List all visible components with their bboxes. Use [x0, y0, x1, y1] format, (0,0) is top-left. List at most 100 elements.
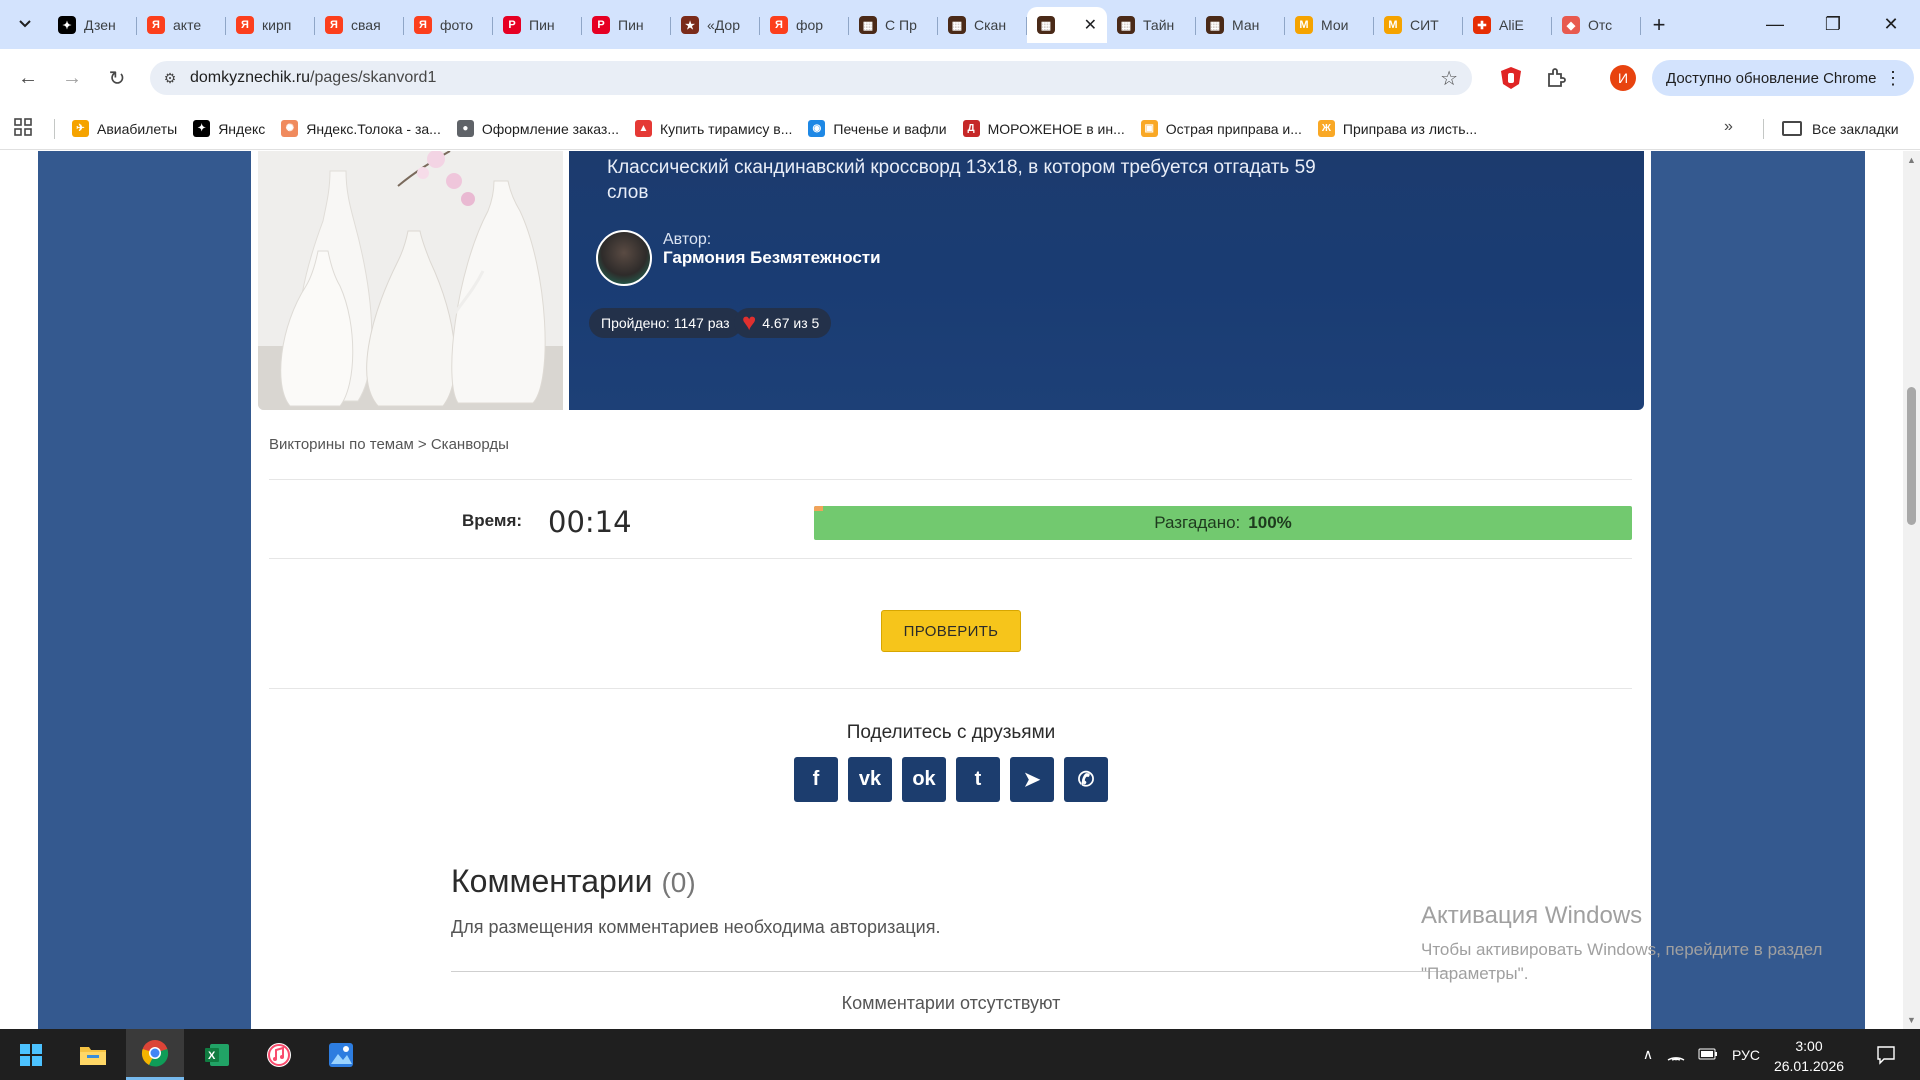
maximize-button[interactable]: ❐: [1804, 0, 1862, 49]
new-tab-button[interactable]: +: [1641, 7, 1677, 43]
check-button[interactable]: ПРОВЕРИТЬ: [881, 610, 1021, 652]
taskbar-excel[interactable]: X: [188, 1029, 246, 1080]
scrollbar-thumb[interactable]: [1907, 387, 1916, 525]
share-facebook-button[interactable]: f: [794, 757, 838, 802]
folder-icon: [80, 1046, 106, 1065]
browser-tab[interactable]: Яфор: [760, 7, 849, 43]
browser-tab[interactable]: М Мои: [1285, 7, 1374, 43]
bookmark-item[interactable]: ✦ Яндекс: [193, 120, 265, 137]
profile-avatar[interactable]: И: [1610, 65, 1636, 91]
back-button[interactable]: ←: [12, 62, 44, 94]
share-vk-button[interactable]: vk: [848, 757, 892, 802]
vk-icon: vk: [858, 768, 882, 790]
tab-favicon-icon: Я: [770, 16, 788, 34]
browser-tab[interactable]: ▦ Тайн: [1107, 7, 1196, 43]
browser-tab[interactable]: Яакте: [137, 7, 226, 43]
taskbar-itunes[interactable]: [250, 1029, 308, 1080]
tab-favicon-icon: М: [1295, 16, 1313, 34]
all-bookmarks-button[interactable]: Все закладки: [1782, 107, 1899, 150]
browser-tab[interactable]: P Пин: [493, 7, 582, 43]
share-telegram-button[interactable]: ➤: [1010, 757, 1054, 802]
url-text[interactable]: domkyznechik.ru/pages/skanvord1: [190, 69, 436, 87]
bookmark-favicon-icon: ▲: [635, 120, 652, 137]
author-name[interactable]: Гармония Безмятежности: [663, 248, 881, 268]
bookmark-favicon-icon: Ж: [1317, 120, 1335, 137]
tab-list: ✦ Дзен Яакте Якирп Ясвая Яфото P Пин P Пин ★ «Дор Яф…: [48, 6, 1677, 49]
bookmark-favicon-icon: ✺: [281, 120, 299, 137]
bookmark-label: Купить тирамису в...: [660, 120, 793, 137]
notification-center-button[interactable]: [1862, 1029, 1910, 1080]
scroll-up-icon[interactable]: ▲: [1907, 155, 1916, 165]
chevron-down-icon: [19, 20, 31, 28]
author-avatar[interactable]: [596, 230, 652, 286]
tab-favicon-icon: Я: [147, 16, 165, 34]
reload-button[interactable]: ↻: [101, 62, 133, 94]
taskbar-chrome[interactable]: [126, 1029, 184, 1080]
start-button[interactable]: [2, 1029, 60, 1080]
address-bar[interactable]: ⚙ domkyznechik.ru/pages/skanvord1 ☆: [150, 61, 1472, 95]
forward-button[interactable]: →: [56, 62, 88, 94]
bookmark-item[interactable]: Д МОРОЖЕНОЕ в ин...: [962, 120, 1125, 137]
taskbar-clock[interactable]: 3:00 26.01.2026: [1773, 1036, 1845, 1076]
bookmark-item[interactable]: Ж Приправа из листь...: [1317, 120, 1477, 137]
tab-search-button[interactable]: [8, 9, 42, 39]
browser-tab[interactable]: ▦ С Пр: [849, 7, 938, 43]
browser-tab[interactable]: ✚ AliE: [1463, 7, 1552, 43]
bookmark-item[interactable]: ✺ Яндекс.Толока - за...: [281, 120, 441, 137]
bookmark-item[interactable]: ◉ Печенье и вафли: [808, 120, 947, 137]
browser-tab[interactable]: Яфото: [404, 7, 493, 43]
divider: [269, 688, 1632, 689]
tab-favicon-icon: ✦: [58, 16, 76, 34]
windows-logo-icon: [20, 1043, 42, 1066]
chrome-update-button[interactable]: Доступно обновление Chrome ⋮: [1652, 60, 1914, 96]
tab-active[interactable]: ▦ ✕: [1027, 7, 1107, 43]
browser-tab[interactable]: Ясвая: [315, 7, 404, 43]
share-whatsapp-button[interactable]: ✆: [1064, 757, 1108, 802]
rating-badge[interactable]: ♥ 4.67 из 5: [734, 308, 832, 338]
page-viewport: Классический скандинавский кроссворд 13x…: [0, 151, 1903, 1029]
tab-title: Пин: [529, 17, 555, 33]
browser-tab[interactable]: ▦ Ман: [1196, 7, 1285, 43]
browser-tab[interactable]: М СИТ: [1374, 7, 1463, 43]
bookmark-item[interactable]: ✈ Авиабилеты: [72, 120, 177, 137]
breadcrumb[interactable]: Викторины по темам > Сканворды: [269, 436, 509, 453]
extensions-icon[interactable]: [1543, 65, 1569, 91]
tab-favicon-icon: ▦: [859, 16, 877, 34]
close-tab-icon[interactable]: ✕: [1084, 15, 1097, 35]
bookmark-item[interactable]: ▣ Острая приправа и...: [1140, 120, 1302, 137]
language-indicator[interactable]: РУС: [1732, 1047, 1760, 1063]
browser-tab[interactable]: ◆ Отс: [1552, 7, 1641, 43]
network-icon[interactable]: [1660, 1045, 1692, 1064]
tab-favicon-icon: ▦: [948, 16, 966, 34]
bookmark-item[interactable]: ● Оформление заказ...: [456, 120, 619, 137]
site-info-icon[interactable]: ⚙: [150, 70, 190, 87]
tab-title: СИТ: [1410, 17, 1439, 33]
page-scrollbar[interactable]: ▲ ▼: [1903, 151, 1920, 1029]
browser-tab[interactable]: ▦ Скан: [938, 7, 1027, 43]
share-odnoklassniki-button[interactable]: ok: [902, 757, 946, 802]
taskbar-file-explorer[interactable]: [64, 1029, 122, 1080]
more-menu-icon[interactable]: ⋮: [1884, 68, 1902, 89]
scroll-down-icon[interactable]: ▼: [1907, 1015, 1916, 1025]
battery-icon[interactable]: [1692, 1047, 1724, 1063]
bookmarks-divider: [1763, 119, 1764, 139]
close-window-button[interactable]: ✕: [1862, 0, 1920, 49]
bookmark-star-icon[interactable]: ☆: [1440, 66, 1458, 91]
browser-tab[interactable]: Якирп: [226, 7, 315, 43]
tab-title: свая: [351, 17, 381, 33]
minimize-button[interactable]: —: [1746, 0, 1804, 49]
bookmark-label: Яндекс: [218, 120, 266, 137]
share-twitter-button[interactable]: t: [956, 757, 1000, 802]
browser-tab[interactable]: ✦ Дзен: [48, 7, 137, 43]
apps-grid-icon[interactable]: [14, 118, 32, 141]
taskbar-photos[interactable]: [312, 1029, 370, 1080]
browser-tab[interactable]: P Пин: [582, 7, 671, 43]
bookmarks-overflow-icon[interactable]: »: [1724, 118, 1733, 136]
show-hidden-icons[interactable]: ∧: [1636, 1046, 1660, 1063]
adblock-extension-icon[interactable]: [1498, 65, 1524, 91]
crossword-info-panel: Классический скандинавский кроссворд 13x…: [569, 151, 1644, 410]
page-side-strip: [0, 151, 38, 1029]
bookmark-item[interactable]: ▲ Купить тирамису в...: [635, 120, 792, 137]
share-buttons: f vk ok t ➤ ✆: [794, 757, 1118, 802]
browser-tab[interactable]: ★ «Дор: [671, 7, 760, 43]
